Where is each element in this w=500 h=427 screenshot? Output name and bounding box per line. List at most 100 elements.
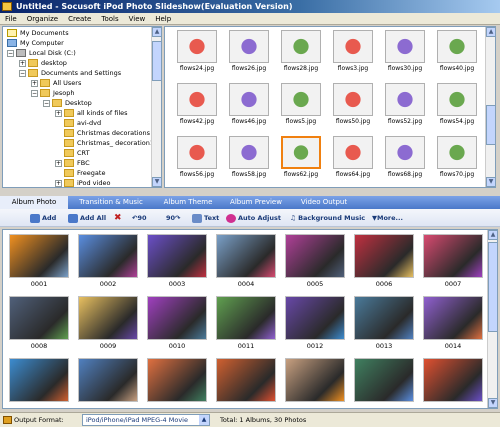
folder-icon: [64, 129, 74, 137]
menu-create[interactable]: Create: [63, 13, 96, 24]
tab-album-photo[interactable]: Album Photo: [0, 196, 68, 209]
file-browser[interactable]: flows24.jpg flows26.jpg flows28.jpg flows3.…: [164, 26, 496, 188]
file-thumbnail[interactable]: flows30.jpg: [385, 30, 425, 72]
add-button[interactable]: Add: [30, 212, 56, 224]
file-thumbnail[interactable]: flows3.jpg: [333, 30, 373, 72]
thumbnail-image: [385, 83, 425, 116]
album-photo[interactable]: 0011: [216, 296, 276, 350]
file-name: flows58.jpg: [231, 171, 267, 178]
file-thumbnail[interactable]: flows40.jpg: [437, 30, 477, 72]
collapse-icon[interactable]: −: [31, 89, 38, 97]
file-thumbnail[interactable]: flows52.jpg: [385, 83, 425, 125]
collapse-icon[interactable]: −: [7, 49, 14, 57]
file-name: flows68.jpg: [387, 171, 423, 178]
text-button[interactable]: Text: [192, 212, 219, 224]
scroll-down-icon[interactable]: ▼: [488, 398, 497, 408]
album-photo[interactable]: 0001: [9, 234, 69, 288]
more-button[interactable]: ▼More...: [372, 212, 403, 224]
thumbnail-image: [229, 136, 269, 169]
browser-scrollbar[interactable]: ▲ ▼: [485, 27, 495, 187]
thumbnail-image: [281, 30, 321, 63]
file-thumbnail[interactable]: flows62.jpg: [281, 136, 321, 178]
album-photo[interactable]: 0005: [285, 234, 345, 288]
scroll-up-icon[interactable]: ▲: [486, 27, 495, 37]
collapse-icon[interactable]: −: [43, 99, 50, 107]
album-photo[interactable]: 0004: [216, 234, 276, 288]
file-thumbnail[interactable]: flows5.jpg: [281, 83, 321, 125]
dropdown-arrow-icon[interactable]: ▲: [199, 415, 209, 425]
tab-album-preview[interactable]: Album Preview: [222, 196, 290, 209]
scroll-up-icon[interactable]: ▲: [152, 27, 161, 37]
photo-image: [285, 358, 345, 402]
thumbnail-image: [437, 83, 477, 116]
album-photo[interactable]: 0007: [423, 234, 483, 288]
menu-view[interactable]: View: [124, 13, 151, 24]
scroll-down-icon[interactable]: ▼: [486, 177, 495, 187]
expand-icon[interactable]: +: [55, 159, 62, 167]
add-all-button[interactable]: Add All: [68, 212, 106, 224]
file-name: flows42.jpg: [179, 118, 215, 125]
rotate-right-button[interactable]: 90↷: [166, 212, 181, 224]
scroll-down-icon[interactable]: ▼: [152, 177, 161, 187]
album-photo[interactable]: 0006: [354, 234, 414, 288]
album-photo[interactable]: [285, 358, 345, 404]
album-photo[interactable]: 0010: [147, 296, 207, 350]
menu-tools[interactable]: Tools: [96, 13, 123, 24]
photo-number: 0010: [168, 342, 186, 350]
folder-tree[interactable]: My Documents My Computer − Local Disk (C:…: [2, 26, 162, 188]
auto-adjust-button[interactable]: Auto Adjust: [226, 212, 281, 224]
album-photo[interactable]: 0013: [354, 296, 414, 350]
album-photo[interactable]: [78, 358, 138, 404]
album-photo[interactable]: 0009: [78, 296, 138, 350]
file-thumbnail[interactable]: flows70.jpg: [437, 136, 477, 178]
album-photo[interactable]: [354, 358, 414, 404]
album-photo[interactable]: 0012: [285, 296, 345, 350]
tree-item-ipod-video[interactable]: + iPod video: [55, 178, 110, 187]
background-music-button[interactable]: ♫ Background Music: [290, 212, 365, 224]
expand-icon[interactable]: +: [19, 59, 26, 67]
file-thumbnail[interactable]: flows64.jpg: [333, 136, 373, 178]
tree-scrollbar[interactable]: ▲ ▼: [151, 27, 161, 187]
album-scrollbar[interactable]: ▲ ▼: [487, 230, 497, 408]
file-thumbnail[interactable]: flows28.jpg: [281, 30, 321, 72]
album-photo[interactable]: 0014: [423, 296, 483, 350]
album-photo[interactable]: [147, 358, 207, 404]
album-photo[interactable]: 0002: [78, 234, 138, 288]
album-photo[interactable]: [216, 358, 276, 404]
album-photo[interactable]: [9, 358, 69, 404]
output-format-select[interactable]: iPod/iPhone/iPad MPEG-4 Movie ▲: [82, 414, 210, 426]
photo-number: 0009: [99, 342, 117, 350]
scroll-up-icon[interactable]: ▲: [488, 230, 497, 240]
photo-number: 0014: [444, 342, 462, 350]
file-thumbnail[interactable]: flows50.jpg: [333, 83, 373, 125]
expand-icon[interactable]: +: [31, 79, 38, 87]
tab-video-output[interactable]: Video Output: [290, 196, 358, 209]
scroll-thumb[interactable]: [152, 41, 161, 81]
photo-number: 0004: [237, 280, 255, 288]
delete-button[interactable]: ✖: [114, 212, 122, 224]
album-photo[interactable]: [423, 358, 483, 404]
file-thumbnail[interactable]: flows54.jpg: [437, 83, 477, 125]
scroll-thumb[interactable]: [488, 242, 497, 332]
collapse-icon[interactable]: −: [19, 69, 26, 77]
album-photo[interactable]: 0003: [147, 234, 207, 288]
file-thumbnail[interactable]: flows58.jpg: [229, 136, 269, 178]
tab-transition-music[interactable]: Transition & Music: [68, 196, 154, 209]
file-name: flows24.jpg: [179, 65, 215, 72]
file-thumbnail[interactable]: flows42.jpg: [177, 83, 217, 125]
expand-icon[interactable]: +: [55, 179, 62, 187]
file-thumbnail[interactable]: flows24.jpg: [177, 30, 217, 72]
expand-icon[interactable]: +: [55, 109, 62, 117]
rotate-left-button[interactable]: ↶90: [132, 212, 147, 224]
tab-album-theme[interactable]: Album Theme: [154, 196, 222, 209]
album-photo[interactable]: 0008: [9, 296, 69, 350]
menu-file[interactable]: File: [0, 13, 22, 24]
file-thumbnail[interactable]: flows56.jpg: [177, 136, 217, 178]
album-photo-grid[interactable]: 0001 0002 0003 0004 0005 0006 0007 0008 0009 0010…: [2, 229, 498, 409]
menu-help[interactable]: Help: [150, 13, 176, 24]
scroll-thumb[interactable]: [486, 105, 495, 145]
file-thumbnail[interactable]: flows46.jpg: [229, 83, 269, 125]
file-thumbnail[interactable]: flows26.jpg: [229, 30, 269, 72]
menu-organize[interactable]: Organize: [22, 13, 63, 24]
file-thumbnail[interactable]: flows68.jpg: [385, 136, 425, 178]
